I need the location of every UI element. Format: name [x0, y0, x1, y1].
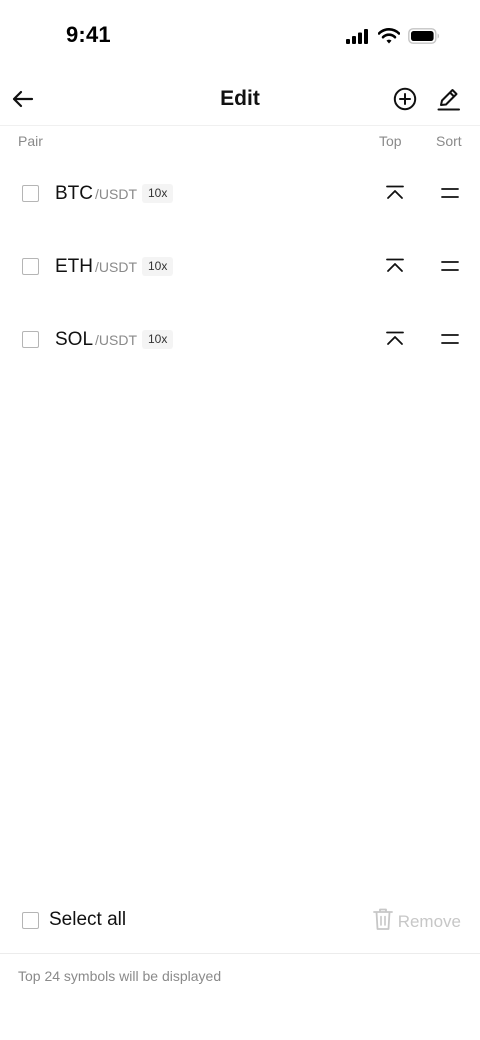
edit-watchlist-screen: 9:41 Edit Pair Top Sort BTC /USDT 10x ET…	[0, 0, 480, 1040]
status-bar: 9:41	[0, 0, 480, 72]
list-item: BTC /USDT 10x	[0, 168, 480, 218]
select-all-label: Select all	[49, 909, 127, 930]
base-symbol: SOL	[55, 329, 94, 350]
quote-symbol: /USDT	[95, 332, 138, 348]
column-sort-label: Sort	[436, 133, 462, 149]
column-pair-label: Pair	[18, 133, 43, 149]
pair-name: BTC /USDT	[55, 183, 137, 205]
wifi-icon	[378, 28, 400, 44]
display-limit-note: Top 24 symbols will be displayed	[18, 968, 222, 984]
leverage-badge: 10x	[142, 184, 174, 203]
row-checkbox[interactable]	[22, 185, 39, 202]
pair-name: SOL /USDT	[55, 329, 137, 351]
pin-top-icon[interactable]	[385, 183, 405, 203]
column-top-label: Top	[379, 133, 402, 149]
edit-pen-icon[interactable]	[437, 86, 461, 112]
leverage-badge: 10x	[142, 257, 174, 276]
drag-handle-icon[interactable]	[440, 183, 460, 203]
column-header: Pair Top Sort	[0, 132, 480, 152]
list-item: SOL /USDT 10x	[0, 314, 480, 364]
trash-icon	[372, 907, 394, 936]
status-time: 9:41	[66, 22, 111, 47]
row-checkbox[interactable]	[22, 258, 39, 275]
drag-handle-icon[interactable]	[440, 329, 460, 349]
footer-bar: Select all Remove	[0, 898, 480, 954]
pair-name: ETH /USDT	[55, 256, 137, 278]
pin-top-icon[interactable]	[385, 329, 405, 349]
leverage-badge: 10x	[142, 330, 174, 349]
pin-top-icon[interactable]	[385, 256, 405, 276]
base-symbol: ETH	[55, 256, 93, 277]
remove-label: Remove	[397, 911, 461, 931]
add-circle-icon[interactable]	[393, 87, 417, 111]
select-all-toggle[interactable]: Select all	[22, 909, 126, 931]
drag-handle-icon[interactable]	[440, 256, 460, 276]
battery-icon	[408, 28, 440, 44]
nav-bar: Edit	[0, 74, 480, 126]
quote-symbol: /USDT	[95, 259, 137, 275]
select-all-checkbox[interactable]	[22, 911, 39, 929]
signal-icon	[346, 28, 370, 44]
remove-button[interactable]: Remove	[372, 907, 461, 936]
quote-symbol: /USDT	[95, 186, 137, 202]
list-item: ETH /USDT 10x	[0, 241, 480, 291]
base-symbol: BTC	[55, 183, 93, 204]
status-icons	[346, 26, 440, 46]
row-checkbox[interactable]	[22, 331, 39, 348]
